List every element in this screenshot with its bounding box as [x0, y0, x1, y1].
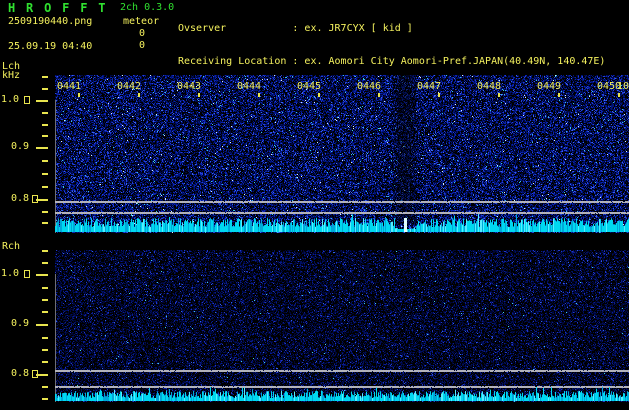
location-line: Receiving Location : ex. Aomori City Aom…	[178, 56, 606, 67]
freq-minor-tick	[42, 262, 48, 264]
freq-label: 0.8	[11, 368, 30, 379]
freq-minor-tick	[42, 160, 48, 162]
freq-scale-marker	[32, 370, 38, 378]
freq-scale-marker	[24, 96, 30, 104]
freq-minor-tick	[42, 398, 48, 400]
freq-minor-tick	[42, 186, 48, 188]
freq-major-tick	[36, 374, 48, 376]
freq-minor-tick	[42, 250, 48, 252]
freq-label: 0.8	[11, 193, 30, 204]
freq-scale-marker	[24, 270, 30, 278]
datetime-label: 25.09.19 04:40	[8, 41, 93, 52]
observer-line: Ovserver : ex. JR7CYX [ kid ]	[178, 23, 413, 34]
hrofft-window: H R O F F T 2ch 0.3.0 2509190440.png met…	[0, 0, 629, 410]
freq-label: 1.0	[1, 94, 20, 105]
meteor-count-top: 0	[139, 28, 146, 39]
freq-minor-tick	[42, 173, 48, 175]
version-label: 2ch 0.3.0	[120, 2, 175, 13]
meteor-count-bottom: 0	[139, 40, 146, 51]
freq-minor-tick	[42, 361, 48, 363]
freq-minor-tick	[42, 112, 48, 114]
freq-major-tick	[36, 147, 48, 149]
freq-minor-tick	[42, 222, 48, 224]
freq-major-tick	[36, 274, 48, 276]
freq-minor-tick	[42, 76, 48, 78]
freq-minor-tick	[42, 88, 48, 90]
freq-minor-tick	[42, 337, 48, 339]
lch-spectrogram	[55, 75, 629, 233]
filename-label: 2509190440.png	[8, 16, 93, 27]
freq-minor-tick	[42, 349, 48, 351]
freq-label: 1.0	[1, 268, 20, 279]
freq-label: 0.9	[11, 318, 30, 329]
freq-minor-tick	[42, 386, 48, 388]
freq-label: 0.9	[11, 141, 30, 152]
freq-major-tick	[36, 199, 48, 201]
freq-major-tick	[36, 324, 48, 326]
rch-channel-label: Rch	[2, 241, 21, 252]
freq-minor-tick	[42, 124, 48, 126]
freq-scale-marker	[32, 195, 38, 203]
freq-minor-tick	[42, 211, 48, 213]
freq-minor-tick	[42, 311, 48, 313]
rch-spectrogram	[55, 250, 629, 402]
freq-minor-tick	[42, 299, 48, 301]
app-title: H R O F F T	[8, 1, 108, 15]
khz-unit-label: kHz	[2, 70, 21, 81]
freq-minor-tick	[42, 135, 48, 137]
freq-minor-tick	[42, 287, 48, 289]
mode-label: meteor	[123, 16, 160, 27]
freq-major-tick	[36, 100, 48, 102]
